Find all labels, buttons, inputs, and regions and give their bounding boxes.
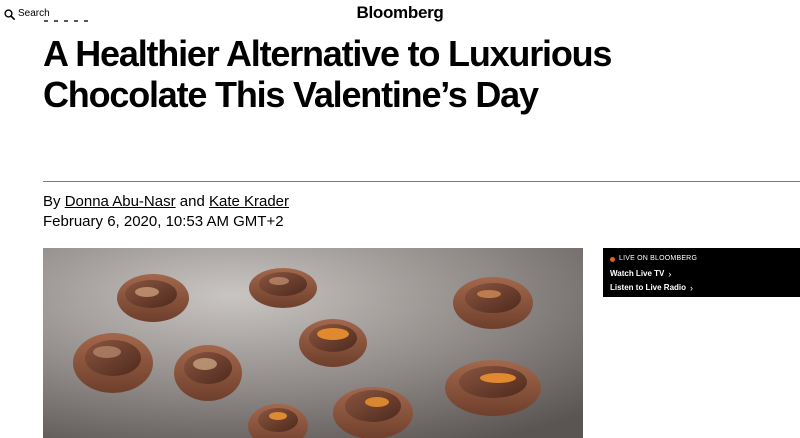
live-header: LIVE ON BLOOMBERG [610,254,697,264]
chevron-right-icon: › [668,269,672,279]
section-kicker-fragment [44,18,94,24]
bloomberg-logo[interactable]: Bloomberg [0,3,800,23]
author-link-donna-abu-nasr[interactable]: Donna Abu-Nasr [65,193,176,210]
publish-date: February 6, 2020, 10:53 AM GMT+2 [43,213,284,230]
chevron-right-icon: › [690,283,694,293]
article-headline: A Healthier Alternative to Luxurious Cho… [43,33,612,115]
listen-live-radio-link[interactable]: Listen to Live Radio › [610,283,693,293]
hero-image [43,248,583,438]
live-label: LIVE ON BLOOMBERG [619,255,698,262]
watch-live-tv-link[interactable]: Watch Live TV › [610,269,671,279]
watch-live-tv-label: Watch Live TV [610,269,665,278]
author-link-kate-krader[interactable]: Kate Krader [209,193,289,210]
header-divider [43,181,800,182]
top-bar: Search Bloomberg [0,0,800,28]
live-on-bloomberg-box: LIVE ON BLOOMBERG Watch Live TV › Listen… [603,248,800,297]
author-joiner: and [179,193,205,210]
byline-prefix: By [43,193,61,210]
live-dot-icon [610,256,615,262]
byline: By Donna Abu-Nasr and Kate Krader [43,193,289,211]
chocolate-dates-photo [43,248,583,438]
listen-live-radio-label: Listen to Live Radio [610,283,687,292]
